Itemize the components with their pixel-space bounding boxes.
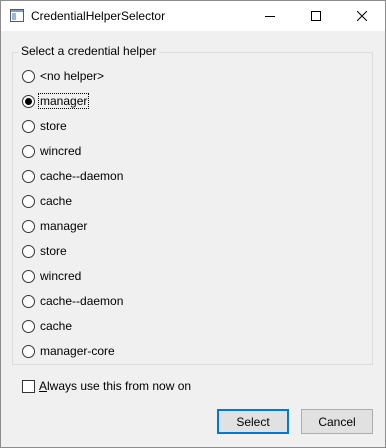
always-use-checkbox-row[interactable]: Always use this from now on <box>22 377 191 395</box>
maximize-button[interactable] <box>293 1 339 31</box>
radio-label: cache--daemon <box>40 294 124 308</box>
radio-label: cache--daemon <box>40 169 124 183</box>
always-use-label: Always use this from now on <box>39 379 191 393</box>
always-use-label-text: lways use this from now on <box>47 379 192 393</box>
radio-button[interactable] <box>22 169 35 183</box>
radio-option-manager-core[interactable]: manager-core <box>22 342 117 360</box>
radio-button[interactable] <box>22 144 35 158</box>
radio-label: wincred <box>40 269 82 283</box>
radio-option-wincred[interactable]: wincred <box>22 267 83 285</box>
title-bar[interactable]: CredentialHelperSelector <box>1 1 385 31</box>
radio-label: cache <box>40 319 73 333</box>
radio-option-cache[interactable]: cache <box>22 192 74 210</box>
radio-label: manager <box>40 219 88 233</box>
radio-option-no-helper[interactable]: <no helper> <box>22 67 106 85</box>
radio-label: store <box>40 244 67 258</box>
radio-button[interactable] <box>22 119 35 133</box>
radio-button[interactable] <box>22 319 35 333</box>
radio-label: cache <box>40 194 73 208</box>
radio-label: manager <box>38 93 90 109</box>
radio-button[interactable] <box>22 269 35 283</box>
select-button[interactable]: Select <box>217 409 289 434</box>
always-use-checkbox[interactable] <box>22 379 35 393</box>
radio-label: <no helper> <box>40 69 105 83</box>
radio-label: wincred <box>40 144 82 158</box>
app-window-icon <box>10 9 24 22</box>
radio-button-selected[interactable] <box>22 94 35 108</box>
minimize-button[interactable] <box>247 1 293 31</box>
radio-button[interactable] <box>22 294 35 308</box>
radio-option-cache-daemon[interactable]: cache--daemon <box>22 167 125 185</box>
radio-option-store[interactable]: store <box>22 242 69 260</box>
dialog-window: CredentialHelperSelector Select a creden… <box>0 0 386 448</box>
maximize-icon <box>311 11 321 21</box>
minimize-icon <box>265 16 275 17</box>
radio-option-manager[interactable]: manager <box>22 92 90 110</box>
radio-option-cache[interactable]: cache <box>22 317 74 335</box>
radio-button[interactable] <box>22 244 35 258</box>
radio-option-manager[interactable]: manager <box>22 217 89 235</box>
accelerator-key: A <box>39 379 48 393</box>
group-label: Select a credential helper <box>18 44 160 59</box>
window-title: CredentialHelperSelector <box>31 9 166 23</box>
radio-label: store <box>40 119 67 133</box>
radio-label: manager-core <box>40 344 115 358</box>
radio-option-store[interactable]: store <box>22 117 69 135</box>
radio-option-cache-daemon[interactable]: cache--daemon <box>22 292 125 310</box>
close-icon <box>357 11 367 21</box>
radio-button[interactable] <box>22 219 35 233</box>
radio-option-wincred[interactable]: wincred <box>22 142 83 160</box>
radio-button[interactable] <box>22 344 35 358</box>
radio-button[interactable] <box>22 194 35 208</box>
cancel-button[interactable]: Cancel <box>301 409 373 434</box>
radio-button[interactable] <box>22 69 35 83</box>
close-button[interactable] <box>339 1 385 31</box>
